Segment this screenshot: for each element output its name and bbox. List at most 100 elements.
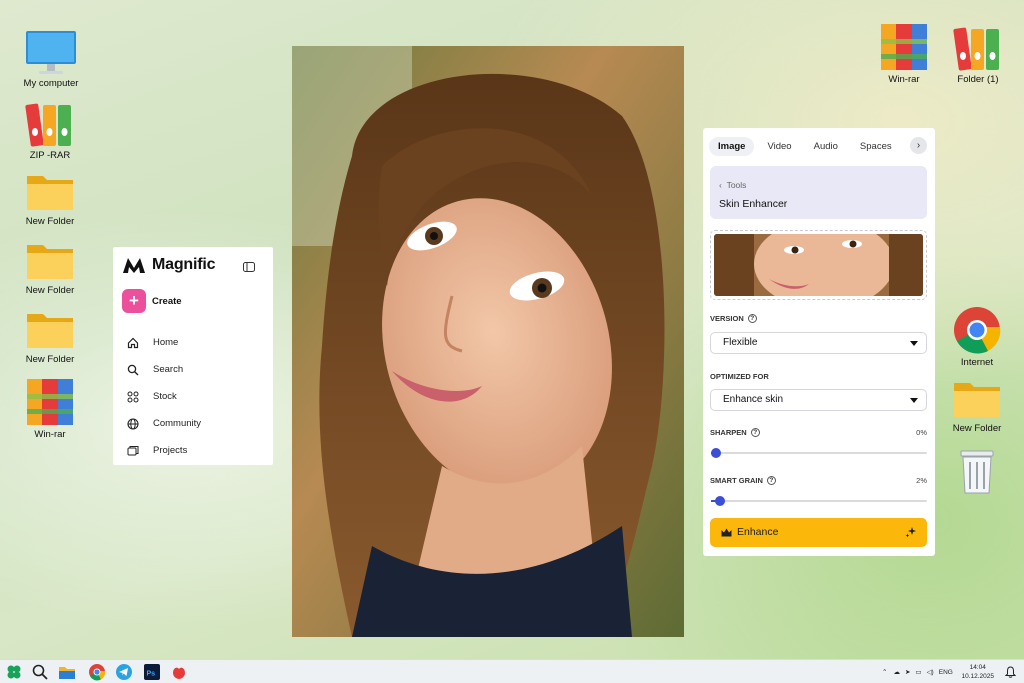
tool-header: ‹ Tools Skin Enhancer <box>710 166 927 219</box>
nav-label: Projects <box>153 445 188 456</box>
svg-text:Ps: Ps <box>147 671 156 678</box>
nav-item-search[interactable]: Search <box>127 356 201 383</box>
telegram-icon[interactable] <box>115 663 133 681</box>
clock-time: 14:04 <box>969 664 986 671</box>
tab-audio[interactable]: Audio <box>805 137 847 156</box>
nav-label: Stock <box>153 391 177 402</box>
nav-item-projects[interactable]: Projects <box>127 437 201 464</box>
desktop-icon-internet[interactable]: Internet <box>940 305 1014 368</box>
folder-icon <box>27 176 73 210</box>
nav-item-stock[interactable]: Stock <box>127 383 201 410</box>
sharpen-value: 0% <box>916 428 927 437</box>
cloud-icon[interactable]: ☁ <box>893 668 900 676</box>
folder-icon <box>27 314 73 348</box>
photoshop-icon[interactable]: Ps <box>143 663 161 681</box>
desktop-icon-my-computer[interactable]: My computer <box>14 30 88 89</box>
plus-icon: + <box>122 289 146 313</box>
binders-icon <box>953 27 999 71</box>
desktop-icon-recycle-bin[interactable] <box>940 447 1014 495</box>
winrar-icon <box>881 24 927 70</box>
breadcrumb-tools: Tools <box>726 180 747 190</box>
tab-video[interactable]: Video <box>758 137 800 156</box>
desktop-icon-label: Folder (1) <box>957 74 999 85</box>
skin-enhancer-panel: Image Video Audio Spaces › ‹ Tools Skin … <box>703 128 935 556</box>
notification-bell-icon[interactable] <box>1005 666 1016 678</box>
version-label-text: VERSION <box>710 314 744 323</box>
home-icon <box>127 337 139 348</box>
magnific-logo-icon <box>123 258 145 273</box>
desktop-icon-new-folder-right[interactable]: New Folder <box>940 377 1014 434</box>
sharpen-label: SHARPEN? <box>710 428 760 437</box>
sharpen-slider[interactable] <box>711 448 927 458</box>
desktop-icon-new-folder-1[interactable]: New Folder <box>13 170 87 227</box>
tab-image[interactable]: Image <box>709 136 755 156</box>
chrome-icon[interactable] <box>88 663 106 681</box>
system-tray: ⌃ ☁ ➤ ▭ ◁) ENG <box>882 660 953 683</box>
magnific-nav: Home Search Stock Community Projects <box>127 329 201 464</box>
folder-icon <box>954 383 1000 417</box>
chevron-right-icon[interactable]: › <box>910 137 927 154</box>
desktop-icon-zip-rar[interactable]: ZIP -RAR <box>13 102 87 161</box>
clock[interactable]: 14:04 10.12.2025 <box>961 663 994 681</box>
crown-icon <box>721 528 732 537</box>
desktop-icon-label: ZIP -RAR <box>29 150 71 161</box>
file-explorer-icon[interactable] <box>58 663 76 681</box>
clock-date: 10.12.2025 <box>961 673 994 680</box>
image-upload-preview[interactable] <box>710 230 927 300</box>
help-icon[interactable]: ? <box>766 476 776 485</box>
version-value: Flexible <box>723 337 758 348</box>
search-icon[interactable] <box>31 663 49 681</box>
slider-knob[interactable] <box>715 496 725 506</box>
recycle-bin-icon <box>960 450 994 494</box>
create-button[interactable]: + Create <box>122 289 182 313</box>
desktop-icon-winrar[interactable]: Win-rar <box>13 377 87 440</box>
optimized-value: Enhance skin <box>723 394 784 405</box>
sidebar-collapse-icon[interactable] <box>243 259 255 277</box>
sharpen-label-text: SHARPEN <box>710 428 747 437</box>
language-indicator[interactable]: ENG <box>939 669 953 676</box>
telegram-tray-icon[interactable]: ➤ <box>905 668 910 676</box>
winrar-icon <box>27 379 73 425</box>
taskbar: Ps ⌃ ☁ ➤ ▭ ◁) ENG 14:04 10.12.2025 <box>0 659 1024 683</box>
desktop-icon-folder-1[interactable]: Folder (1) <box>941 26 1015 85</box>
nav-item-community[interactable]: Community <box>127 410 201 437</box>
slider-knob[interactable] <box>711 448 721 458</box>
preview-thumbnail <box>714 234 923 296</box>
enhance-button[interactable]: Enhance <box>710 518 927 547</box>
portrait-photo <box>292 46 684 637</box>
magnific-brand[interactable]: Magnific <box>122 256 215 274</box>
nav-label: Search <box>153 364 184 375</box>
stock-icon <box>127 391 139 402</box>
desktop-icon-new-folder-2[interactable]: New Folder <box>13 239 87 296</box>
desktop-icon-label: Win-rar <box>888 74 920 85</box>
help-icon[interactable]: ? <box>750 428 760 437</box>
caret-down-icon <box>910 398 918 403</box>
desktop-icon-label: New Folder <box>952 423 1002 434</box>
smart-grain-slider[interactable] <box>711 496 927 506</box>
app-icon[interactable] <box>170 663 188 681</box>
desktop-icon-label: My computer <box>23 78 79 89</box>
version-label: VERSION? <box>710 314 757 323</box>
chrome-icon <box>954 307 1001 354</box>
desktop-icon-new-folder-3[interactable]: New Folder <box>13 308 87 365</box>
tab-spaces[interactable]: Spaces <box>851 137 901 156</box>
create-label: Create <box>152 295 182 307</box>
desktop-icon-label: Win-rar <box>34 429 66 440</box>
network-icon[interactable]: ▭ <box>915 668 921 676</box>
nav-item-home[interactable]: Home <box>127 329 201 356</box>
start-icon[interactable] <box>5 663 23 681</box>
desktop-icon-label: Internet <box>960 357 994 368</box>
chevron-up-icon[interactable]: ⌃ <box>882 668 887 676</box>
monitor-icon <box>26 31 76 74</box>
optimized-for-select[interactable]: Enhance skin <box>710 389 927 411</box>
desktop-icon-winrar-right[interactable]: Win-rar <box>867 22 941 85</box>
sparkle-icon <box>905 527 916 538</box>
back-to-tools-link[interactable]: ‹ Tools <box>719 180 746 190</box>
desktop-icon-label: New Folder <box>25 216 75 227</box>
help-icon[interactable]: ? <box>747 314 757 323</box>
magnific-sidebar: Magnific + Create Home Search Stock Comm… <box>113 247 273 465</box>
version-select[interactable]: Flexible <box>710 332 927 354</box>
optimized-for-label: OPTIMIZED FOR <box>710 372 769 381</box>
nav-label: Home <box>153 337 179 348</box>
volume-icon[interactable]: ◁) <box>927 668 934 676</box>
